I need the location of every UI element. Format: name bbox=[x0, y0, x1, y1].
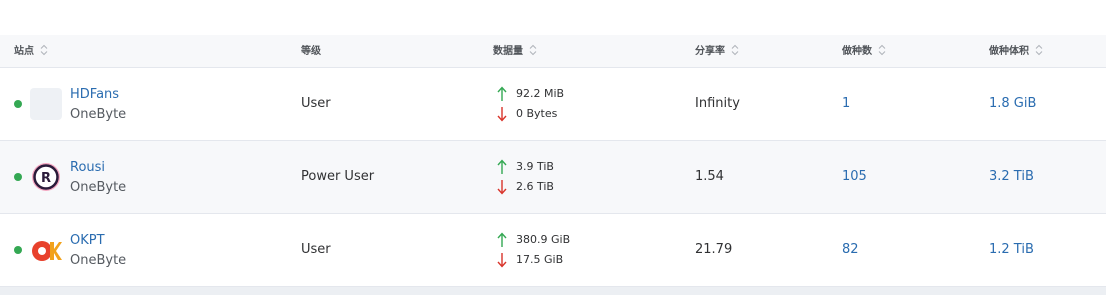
column-header-label: 分享率 bbox=[695, 46, 725, 57]
rousi-logo-letter: R bbox=[41, 171, 51, 186]
download-value: 17.5 GiB bbox=[516, 253, 564, 266]
upload-amount: 92.2 MiB bbox=[497, 86, 564, 102]
upload-value: 92.2 MiB bbox=[516, 87, 565, 100]
status-dot bbox=[14, 173, 22, 181]
site-logo-hdfans bbox=[30, 88, 62, 120]
column-header-seed-size[interactable]: 做种体积 bbox=[989, 35, 1043, 68]
table-header: 站点 等级 数据量 分享率 做种数 做种体积 bbox=[0, 35, 1106, 68]
okpt-logo-icon bbox=[30, 234, 62, 266]
seeding-size-link[interactable]: 3.2 TiB bbox=[989, 169, 1034, 184]
site-name-link[interactable]: Rousi bbox=[70, 160, 105, 175]
download-value: 2.6 TiB bbox=[516, 180, 554, 193]
site-logo-okpt bbox=[30, 234, 62, 266]
column-header-data[interactable]: 数据量 bbox=[493, 35, 537, 68]
site-subtitle: OneByte bbox=[70, 180, 127, 195]
share-ratio: 1.54 bbox=[695, 169, 724, 184]
top-spacer bbox=[0, 0, 1106, 35]
site-subtitle: OneByte bbox=[70, 107, 127, 122]
seeding-count-link[interactable]: 105 bbox=[842, 169, 867, 184]
upload-value: 3.9 TiB bbox=[516, 160, 554, 173]
share-ratio: 21.79 bbox=[695, 242, 733, 257]
download-amount: 2.6 TiB bbox=[497, 179, 554, 195]
user-level: User bbox=[301, 242, 331, 257]
rousi-logo-icon: R bbox=[32, 163, 60, 191]
seeding-count-link[interactable]: 1 bbox=[842, 96, 850, 111]
table-row: OKPT OneByte User 380.9 GiB 17.5 GiB 21.… bbox=[0, 214, 1106, 287]
table-row: HDFans OneByte User 92.2 MiB 0 Bytes Inf… bbox=[0, 68, 1106, 141]
download-value: 0 Bytes bbox=[516, 107, 558, 120]
arrow-up-icon bbox=[497, 86, 507, 101]
upload-value: 380.9 GiB bbox=[516, 233, 571, 246]
arrow-down-icon bbox=[497, 107, 507, 122]
sort-icon[interactable] bbox=[40, 44, 48, 56]
sort-icon[interactable] bbox=[731, 44, 739, 56]
sort-icon[interactable] bbox=[878, 44, 886, 56]
share-ratio: Infinity bbox=[695, 96, 740, 111]
column-header-label: 站点 bbox=[14, 46, 34, 57]
column-header-seeds[interactable]: 做种数 bbox=[842, 35, 886, 68]
upload-amount: 380.9 GiB bbox=[497, 232, 570, 248]
site-name-link[interactable]: HDFans bbox=[70, 87, 119, 102]
download-amount: 17.5 GiB bbox=[497, 252, 563, 268]
site-logo-rousi: R bbox=[30, 161, 62, 193]
column-header-label: 做种体积 bbox=[989, 46, 1029, 57]
seeding-count-link[interactable]: 82 bbox=[842, 242, 859, 257]
column-header-label: 数据量 bbox=[493, 46, 523, 57]
column-header-site[interactable]: 站点 bbox=[14, 35, 48, 68]
table-footer bbox=[0, 287, 1106, 295]
user-level: Power User bbox=[301, 169, 375, 184]
download-amount: 0 Bytes bbox=[497, 106, 557, 122]
seeding-size-link[interactable]: 1.8 GiB bbox=[989, 96, 1036, 111]
arrow-up-icon bbox=[497, 159, 507, 174]
arrow-down-icon bbox=[497, 253, 507, 268]
site-subtitle: OneByte bbox=[70, 253, 127, 268]
sort-icon[interactable] bbox=[1035, 44, 1043, 56]
sites-table: 站点 等级 数据量 分享率 做种数 做种体积 HDFans OneByte Us… bbox=[0, 35, 1106, 295]
table-row: R Rousi OneByte Power User 3.9 TiB 2.6 T… bbox=[0, 141, 1106, 214]
arrow-down-icon bbox=[497, 180, 507, 195]
sort-icon[interactable] bbox=[529, 44, 537, 56]
site-name-link[interactable]: OKPT bbox=[70, 233, 105, 248]
column-header-ratio[interactable]: 分享率 bbox=[695, 35, 739, 68]
seeding-size-link[interactable]: 1.2 TiB bbox=[989, 242, 1034, 257]
upload-amount: 3.9 TiB bbox=[497, 159, 554, 175]
status-dot bbox=[14, 100, 22, 108]
column-header-level: 等级 bbox=[301, 35, 321, 68]
column-header-label: 等级 bbox=[301, 46, 321, 57]
status-dot bbox=[14, 246, 22, 254]
arrow-up-icon bbox=[497, 232, 507, 247]
user-level: User bbox=[301, 96, 331, 111]
column-header-label: 做种数 bbox=[842, 46, 872, 57]
